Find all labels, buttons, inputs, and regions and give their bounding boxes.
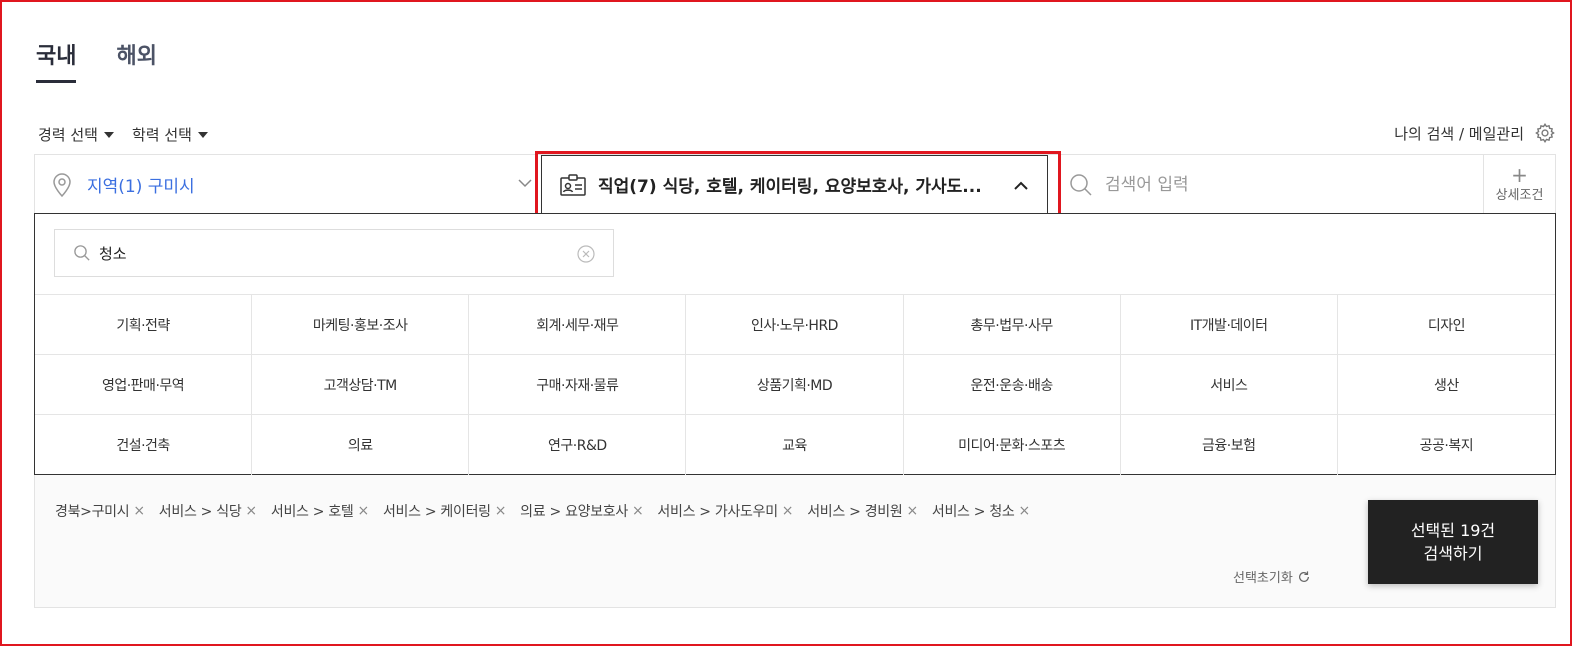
category-item[interactable]: 고객상담·TM [252, 355, 470, 415]
category-item[interactable]: 구매·자재·물류 [469, 355, 687, 415]
selected-tag: 경북>구미시 × [55, 501, 145, 521]
reset-selection-button[interactable]: 선택초기화 [1233, 567, 1311, 586]
career-dropdown-label: 경력 선택 [38, 126, 98, 144]
search-icon [1070, 173, 1092, 196]
keyword-input[interactable] [1105, 174, 1465, 195]
location-tabs: 국내 해외 [36, 38, 157, 83]
selected-tag-label: 서비스 > 청소 [931, 504, 1015, 520]
selected-tag-label: 의료 > 요양보호사 [520, 504, 628, 520]
remove-tag-icon[interactable]: × [906, 503, 918, 519]
category-item[interactable]: 인사·노무·HRD [686, 295, 904, 355]
remove-tag-icon[interactable]: × [1019, 503, 1031, 519]
category-search-box [54, 229, 614, 277]
remove-tag-icon[interactable]: × [632, 503, 644, 519]
category-item[interactable]: 영업·판매·무역 [35, 355, 253, 415]
category-item[interactable]: 회계·세무·재무 [469, 295, 687, 355]
detail-conditions-label: 상세조건 [1495, 188, 1544, 203]
category-item[interactable]: 상품기획·MD [686, 355, 904, 415]
category-item[interactable]: 건설·건축 [35, 415, 253, 475]
filter-bar: 경력 선택 학력 선택 [38, 124, 208, 145]
selected-tag-label: 경북>구미시 [55, 504, 130, 520]
selected-tag-label: 서비스 > 케이터링 [382, 504, 491, 520]
category-item[interactable]: 교육 [686, 415, 904, 475]
category-item[interactable]: IT개발·데이터 [1120, 295, 1338, 355]
location-pin-icon [53, 172, 71, 197]
category-item[interactable]: 연구·R&D [469, 415, 687, 475]
category-item[interactable]: 마케팅·홍보·조사 [252, 295, 470, 355]
education-dropdown[interactable]: 학력 선택 [132, 124, 208, 145]
education-dropdown-label: 학력 선택 [131, 126, 192, 144]
reset-selection-label: 선택초기화 [1233, 571, 1293, 586]
my-search-mail-link[interactable]: 나의 검색 / 메일관리 [1394, 122, 1556, 144]
chevron-down-icon [518, 179, 532, 188]
selected-tag: 서비스 > 경비원 × [807, 501, 918, 521]
selected-tag: 서비스 > 케이터링 × [382, 501, 507, 521]
caret-down-icon [103, 131, 114, 138]
remove-tag-icon[interactable]: × [245, 503, 257, 519]
gear-icon[interactable] [1534, 122, 1556, 144]
category-item[interactable]: 서비스 [1120, 355, 1338, 415]
tab-domestic[interactable]: 국내 [36, 38, 77, 83]
id-card-icon [560, 173, 586, 196]
selected-tags: 경북>구미시 × 서비스 > 식당 × 서비스 > 호텔 × 서비스 > 케이터링 × 의료 >… [55, 501, 1030, 521]
remove-tag-icon[interactable]: × [133, 503, 145, 519]
keyword-search [1065, 155, 1485, 214]
search-selected-button[interactable]: 선택된 19건 검색하기 [1368, 500, 1538, 584]
job-selector-label: 직업(7) 식당, 호텔, 케이터링, 요양보호사, 가사도... [598, 177, 982, 197]
job-category-panel: 기획·전략마케팅·홍보·조사회계·세무·재무인사·노무·HRD총무·법무·사무I… [34, 213, 1556, 475]
career-dropdown[interactable]: 경력 선택 [38, 124, 114, 145]
selected-tag-label: 서비스 > 경비원 [807, 504, 903, 520]
remove-tag-icon[interactable]: × [495, 503, 507, 519]
refresh-icon [1298, 570, 1309, 582]
search-selected-count: 선택된 19건 [1410, 521, 1496, 540]
category-item[interactable]: 의료 [252, 415, 470, 475]
selected-conditions-area: 경북>구미시 × 서비스 > 식당 × 서비스 > 호텔 × 서비스 > 케이터링 × 의료 >… [34, 475, 1556, 608]
category-item[interactable]: 총무·법무·사무 [903, 295, 1121, 355]
remove-tag-icon[interactable]: × [358, 503, 370, 519]
search-icon [74, 245, 90, 261]
selected-tag: 서비스 > 호텔 × [271, 501, 369, 521]
category-item[interactable]: 기획·전략 [35, 295, 253, 355]
category-item[interactable]: 공공·복지 [1338, 415, 1555, 475]
detail-conditions-button[interactable]: + 상세조건 [1483, 155, 1555, 214]
selected-tag: 서비스 > 가사도우미 × [657, 501, 793, 521]
category-item[interactable]: 디자인 [1337, 295, 1555, 355]
category-item[interactable]: 운전·운송·배송 [903, 355, 1121, 415]
tab-overseas[interactable]: 해외 [116, 38, 156, 83]
selected-tag-label: 서비스 > 호텔 [270, 504, 354, 520]
category-item[interactable]: 생산 [1337, 355, 1555, 415]
plus-icon: + [1511, 163, 1528, 187]
my-search-label: 나의 검색 / 메일관리 [1394, 124, 1524, 143]
search-bar: 지역(1) 구미시 직업(7) 식당, 호텔, 케이터링, 요양보호사, 가사도… [34, 154, 1556, 214]
category-item[interactable]: 금융·보험 [1121, 415, 1338, 475]
category-item[interactable]: 미디어·문화·스포츠 [904, 415, 1121, 475]
selected-tag: 서비스 > 식당 × [159, 501, 257, 521]
search-selected-label: 검색하기 [1423, 544, 1483, 563]
caret-down-icon [197, 131, 208, 138]
clear-circle-icon[interactable] [577, 245, 595, 263]
selected-tag-label: 서비스 > 가사도우미 [657, 504, 778, 520]
job-selector[interactable]: 직업(7) 식당, 호텔, 케이터링, 요양보호사, 가사도... [541, 155, 1048, 214]
region-selector-label: 지역(1) 구미시 [87, 177, 195, 197]
remove-tag-icon[interactable]: × [782, 503, 794, 519]
selected-tag-label: 서비스 > 식당 [158, 504, 242, 520]
chevron-up-icon[interactable] [1013, 178, 1029, 194]
selected-tag: 서비스 > 청소 × [932, 501, 1030, 521]
region-selector[interactable]: 지역(1) 구미시 [35, 155, 535, 214]
selected-tag: 의료 > 요양보호사 × [520, 501, 644, 521]
category-grid: 기획·전략 마케팅·홍보·조사 회계·세무·재무 인사·노무·HRD 총무·법무·사무 I… [35, 294, 1555, 475]
category-search-input[interactable] [99, 244, 559, 262]
